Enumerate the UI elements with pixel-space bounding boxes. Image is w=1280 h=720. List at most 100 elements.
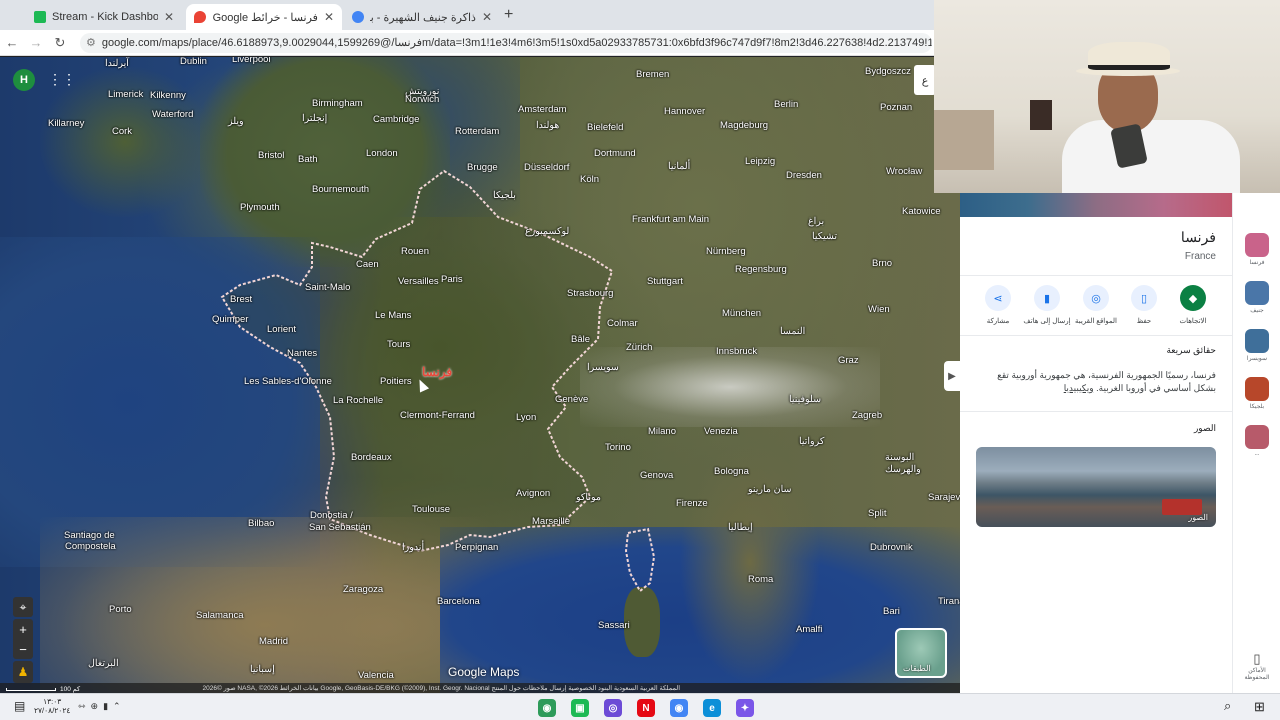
map-place-label[interactable]: Genova <box>640 471 673 481</box>
map-place-label[interactable]: سلوفينيا <box>789 395 821 405</box>
map-place-label[interactable]: والهرسك <box>885 465 921 475</box>
map-place-label[interactable]: Roma <box>748 575 773 585</box>
map-place-label[interactable]: ألمانيا <box>668 162 690 172</box>
search-icon[interactable]: ⌕ <box>1224 698 1231 714</box>
map-place-label[interactable]: Salamanca <box>196 611 244 621</box>
taskbar-clock[interactable]: ١٣:٠٣ ٢٧/٠٨/٢٠٢٤ <box>34 697 70 715</box>
map-place-label[interactable]: Brest <box>230 295 252 305</box>
system-tray-icons[interactable]: ⇿⊕▮⌃ <box>78 701 126 712</box>
wikipedia-link[interactable]: ويكيبيديا <box>1064 383 1094 393</box>
map-place-label[interactable]: Birmingham <box>312 99 363 109</box>
map-place-label[interactable]: إيطاليا <box>728 523 753 533</box>
map-place-label[interactable]: Donostia / <box>310 511 353 521</box>
map-place-label[interactable]: إسبانيا <box>250 665 275 675</box>
map-place-label[interactable]: Paris <box>441 275 463 285</box>
map-place-label[interactable]: تشيكيا <box>812 232 837 242</box>
map-place-label[interactable]: Zürich <box>626 343 652 353</box>
windows-start-icon[interactable]: ⊞ <box>1254 699 1265 715</box>
notification-icon[interactable]: ▤ <box>14 699 25 713</box>
map-place-label[interactable]: Santiago de <box>64 531 115 541</box>
map-place-label[interactable]: Compostela <box>65 542 116 552</box>
map-place-label[interactable]: Quimper <box>212 315 248 325</box>
map-place-label[interactable]: Bydgoszcz <box>865 67 911 77</box>
map-place-label[interactable]: Torino <box>605 443 631 453</box>
map-place-label[interactable]: Bari <box>883 607 900 617</box>
map-place-label[interactable]: Bielefeld <box>587 123 623 133</box>
map-place-label[interactable]: Avignon <box>516 489 550 499</box>
map-place-label[interactable]: Bâle <box>571 335 590 345</box>
map-place-label[interactable]: سويسرا <box>587 363 619 373</box>
map-place-label[interactable]: Leipzig <box>745 157 775 167</box>
map-place-label[interactable]: Cork <box>112 127 132 137</box>
map-place-label[interactable]: Sassari <box>598 621 630 631</box>
map-place-label[interactable]: London <box>366 149 398 159</box>
map-place-label[interactable]: البرتغال <box>88 659 119 669</box>
map-place-label[interactable]: Lyon <box>516 413 536 423</box>
map-place-label[interactable]: Brugge <box>467 163 498 173</box>
map-place-label[interactable]: Amsterdam <box>518 105 567 115</box>
map-place-label[interactable]: Barcelona <box>437 597 480 607</box>
map-place-label[interactable]: Berlin <box>774 100 798 110</box>
map-place-label[interactable]: Firenze <box>676 499 708 509</box>
map-place-label[interactable]: هولندا <box>536 121 559 131</box>
reload-icon[interactable]: ↻ <box>48 35 72 51</box>
map-place-label[interactable]: Rotterdam <box>455 127 499 137</box>
map-place-label[interactable]: Genève <box>555 395 588 405</box>
map-place-label[interactable]: Sarajevo <box>928 493 960 503</box>
saved-places-button[interactable]: ▯ الأماكن المحفوظة <box>1239 651 1275 681</box>
map-place-label[interactable]: Lorient <box>267 325 296 335</box>
new-tab-button[interactable]: + <box>504 6 513 24</box>
layers-button[interactable]: الطبقات <box>895 628 947 678</box>
account-avatar[interactable]: H <box>13 69 35 91</box>
map-place-label[interactable]: Nantes <box>287 349 317 359</box>
chrome-canary-icon[interactable]: ◉ <box>538 699 556 717</box>
map-place-label[interactable]: Amalfi <box>796 625 822 635</box>
map-place-label[interactable]: Les Sables-d'Olonne <box>244 377 332 387</box>
map-place-label[interactable]: Wien <box>868 305 890 315</box>
share-button[interactable]: ⋖ مشاركة <box>974 285 1022 325</box>
directions-button[interactable]: ◆ الاتجاهات <box>1169 285 1217 325</box>
map-place-label[interactable]: Madrid <box>259 637 288 647</box>
map-place-label[interactable]: Zagreb <box>852 411 882 421</box>
map-place-label[interactable]: Zaragoza <box>343 585 383 595</box>
map-place-label[interactable]: آيرلندا <box>105 59 129 69</box>
map-place-label[interactable]: Poitiers <box>380 377 412 387</box>
obs-icon[interactable]: ◎ <box>604 699 622 717</box>
map-place-label[interactable]: Bologna <box>714 467 749 477</box>
map-place-label[interactable]: Nürnberg <box>706 247 746 257</box>
map-place-label[interactable]: Tours <box>387 340 410 350</box>
map-place-label[interactable]: Tirana <box>938 597 960 607</box>
close-tab-icon[interactable]: ✕ <box>482 10 492 24</box>
map-place-label[interactable]: Magdeburg <box>720 121 768 131</box>
map-place-label[interactable]: أندورا <box>402 543 424 553</box>
site-info-icon[interactable]: ⚙ <box>86 36 96 49</box>
map-place-label[interactable]: Rouen <box>401 247 429 257</box>
map-place-label[interactable]: Killarney <box>48 119 84 129</box>
copilot-icon[interactable]: ✦ <box>736 699 754 717</box>
map-place-label[interactable]: النمسا <box>780 327 805 337</box>
map-place-label[interactable]: Caen <box>356 260 379 270</box>
map-place-label[interactable]: بلجيكا <box>493 191 516 201</box>
map-place-label[interactable]: Bristol <box>258 151 284 161</box>
map-place-label[interactable]: Regensburg <box>735 265 787 275</box>
map-place-label[interactable]: Bournemouth <box>312 185 369 195</box>
rail-item-geneva[interactable]: جنيف <box>1243 281 1271 314</box>
map-place-label[interactable]: Versailles <box>398 277 439 287</box>
map-place-label[interactable]: Frankfurt am Main <box>632 215 709 225</box>
map-place-label[interactable]: Stuttgart <box>647 277 683 287</box>
map-place-label[interactable]: Liverpool <box>232 57 271 65</box>
rail-item-belgium[interactable]: بلجيكا <box>1243 377 1271 410</box>
map-place-label[interactable]: Clermont-Ferrand <box>400 411 475 421</box>
map-place-label[interactable]: كرواتيا <box>799 437 824 447</box>
collapse-panel-button[interactable]: ▶ <box>944 361 960 391</box>
url-field[interactable]: ⚙ google.com/maps/place/فرنسا/@46.618897… <box>80 32 932 53</box>
save-button[interactable]: ▯ حفظ <box>1120 285 1168 325</box>
close-tab-icon[interactable]: ✕ <box>324 10 334 24</box>
map-place-label[interactable]: Bremen <box>636 70 669 80</box>
map-place-label[interactable]: البوسنة <box>885 453 914 463</box>
map-place-label[interactable]: Colmar <box>607 319 638 329</box>
map-place-label[interactable]: Brno <box>872 259 892 269</box>
map-place-label[interactable]: Saint-Malo <box>305 283 350 293</box>
map-place-label[interactable]: Bordeaux <box>351 453 392 463</box>
chrome-icon[interactable]: ◉ <box>670 699 688 717</box>
